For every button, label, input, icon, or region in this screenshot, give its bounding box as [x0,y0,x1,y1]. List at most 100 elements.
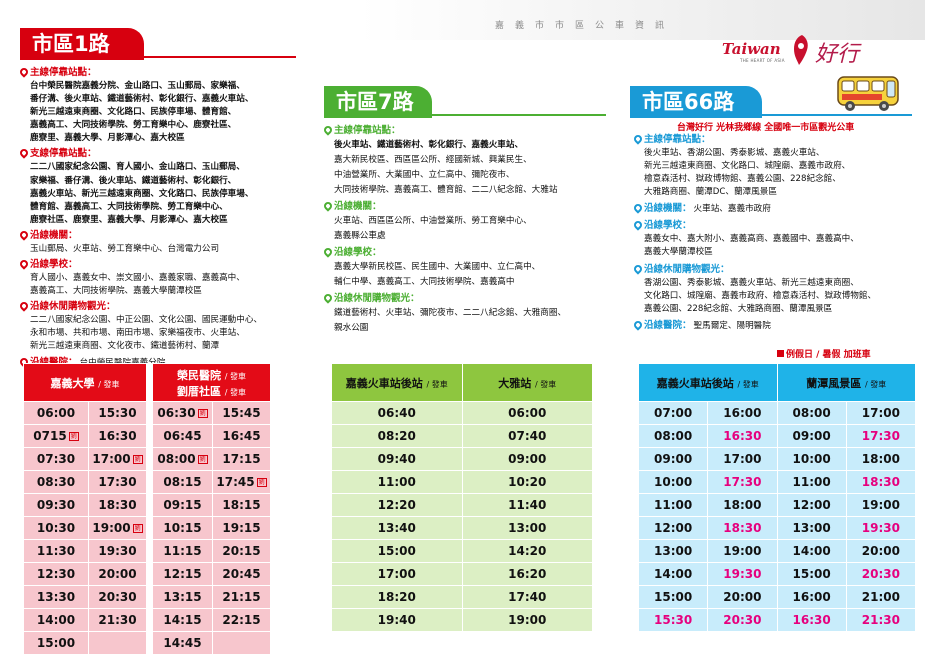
time-cell: 15:00 [637,585,709,609]
table-row: 0715 劉 16:30 06:45 16:45 [23,424,271,448]
time-cell: 20:30 [88,585,147,609]
table-row: 12:00 18:30 13:00 19:30 [637,516,917,540]
route-7-info: 主線停靠站點： 後火車站、鐵道藝術村、彰化銀行、嘉義火車站、 嘉大新民校區、西區區… [324,124,614,338]
table-row: 13:00 19:00 14:00 20:00 [637,539,917,563]
route-1-agencies-heading: 沿線機關： [20,229,310,243]
time-cell: 14:45 [152,631,213,655]
table-row: 15:00 14:20 [331,539,593,563]
time-cell: 19:40 [331,608,463,632]
time-cell: 12:20 [331,493,463,517]
time-cell: 16:30 [707,424,778,448]
route-1-branch-stops: 二二八國家紀念公園、育人國小、金山路口、玉山郵局、 家樂福、番仔溝、後火車站、鐵道… [30,162,254,225]
table-row: 09:30 18:30 09:15 18:15 [23,493,271,517]
route-7-col-header-right: 大雅站 / 發車 [461,363,593,402]
time-cell: 08:00 [637,424,709,448]
time-cell: 18:00 [845,447,917,471]
location-pin-icon [324,202,332,212]
table-row: 15:00 20:00 16:00 21:00 [637,585,917,609]
route-7-col-header-left: 嘉義火車站後站 / 發車 [331,363,463,402]
time-cell: 11:40 [461,493,593,517]
time-cell: 09:00 [776,424,847,448]
table-row: 18:20 17:40 [331,585,593,609]
time-cell: 13:00 [637,539,709,563]
location-pin-icon [20,68,28,78]
time-cell: 06:00 [23,401,89,425]
table-row: 15:00 14:45 [23,631,271,655]
location-pin-icon [634,135,642,145]
time-cell [212,631,271,655]
time-cell: 08:00 劉 [152,447,213,471]
table-row: 11:00 18:00 12:00 19:00 [637,493,917,517]
location-pin-icon [324,248,332,258]
route-66-agencies: 沿線機關： 火車站、嘉義市政府 [634,202,924,216]
time-cell: 19:00 [461,608,593,632]
time-cell: 09:00 [461,447,593,471]
time-cell: 12:00 [776,493,847,517]
time-cell: 07:00 [637,401,709,425]
time-cell: 08:15 [152,470,213,494]
route-7-agencies: 火車站、西區區公所、中油營業所、勞工育樂中心、 嘉義縣公車處 [334,216,532,241]
time-cell: 19:00 劉 [88,516,147,540]
table-row: 14:00 21:30 14:15 22:15 [23,608,271,632]
time-cell: 06:00 [461,401,593,425]
liu-cuo-mark: 劉 [132,524,143,533]
route-66-leisure-heading: 沿線休閒購物觀光： [634,263,924,277]
time-cell: 06:40 [331,401,463,425]
table-row: 11:30 19:30 11:15 20:15 [23,539,271,563]
time-cell: 17:00 [707,447,778,471]
table-row: 13:30 20:30 13:15 21:15 [23,585,271,609]
time-cell: 06:30 劉 [152,401,213,425]
time-cell: 17:15 [212,447,271,471]
time-cell: 17:40 [461,585,593,609]
time-cell: 10:30 [23,516,89,540]
location-pin-icon [20,260,28,270]
location-pin-icon [634,221,642,231]
route-7-agencies-heading: 沿線機關： [324,200,614,214]
time-cell: 07:30 [23,447,89,471]
route-1-branch-stops-heading: 支線停靠站點： [20,147,310,161]
table-row: 19:40 19:00 [331,608,593,632]
time-cell: 19:00 [707,539,778,563]
time-cell: 14:00 [637,562,709,586]
time-cell: 18:30 [707,516,778,540]
time-cell: 08:00 [776,401,847,425]
time-cell: 21:15 [212,585,271,609]
time-cell: 09:00 [637,447,709,471]
time-cell: 15:30 [637,608,709,632]
time-cell: 13:15 [152,585,213,609]
time-cell: 16:20 [461,562,593,586]
route-7-schools-heading: 沿線學校： [324,246,614,260]
time-cell: 09:30 [23,493,89,517]
time-cell: 13:00 [776,516,847,540]
route-7-leisure-heading: 沿線休閒購物觀光： [324,292,614,306]
time-cell: 20:45 [212,562,271,586]
time-cell: 14:20 [461,539,593,563]
route-7-main-stops-heading: 主線停靠站點： [324,124,614,138]
route-66-timetable: 嘉義火車站後站 / 發車 蘭潭風景區 / 發車 07:00 16:00 08:00 1… [637,363,917,632]
time-cell: 13:00 [461,516,593,540]
liu-cuo-mark: 劉 [197,409,208,418]
time-cell: 21:30 [88,608,147,632]
brand-tagline: THE HEART OF ASIA [740,58,785,63]
time-cell: 11:15 [152,539,213,563]
time-cell: 21:30 [845,608,917,632]
time-cell: 11:00 [637,493,709,517]
time-cell [88,631,147,655]
time-cell: 18:20 [331,585,463,609]
time-cell: 17:00 劉 [88,447,147,471]
time-cell: 17:00 [331,562,463,586]
time-cell: 11:30 [23,539,89,563]
route-1-leisure: 二二八國家紀念公園、中正公園、文化公園、國民運動中心、 永和市場、共和市場、南田市… [30,315,263,352]
route-1-timetable: 嘉義大學 / 發車 榮民醫院 / 發車 劉厝社區 / 發車 06:00 15:30… [23,363,271,655]
route-1-main-stops: 台中榮民醫院嘉義分院、金山路口、玉山郵局、家樂福、 番仔溝、後火車站、鐵道藝術村、… [30,81,254,144]
time-cell: 20:00 [845,539,917,563]
time-cell: 17:30 [845,424,917,448]
route-66-schools: 嘉義女中、嘉大附小、嘉義高商、嘉義國中、嘉義高中、 嘉義大學蘭潭校區 [644,234,859,258]
square-bullet-icon [777,350,784,357]
route-7-main-stops: 後火車站、鐵道藝術村、彰化銀行、嘉義火車站、 嘉大新民校區、西區區公所、經國新城、… [334,140,558,195]
table-row: 12:20 11:40 [331,493,593,517]
time-cell: 18:00 [707,493,778,517]
route-66-col-header-left: 嘉義火車站後站 / 發車 [638,363,778,402]
brand-wordmark: Taiwan [722,40,781,58]
time-cell: 08:30 [23,470,89,494]
